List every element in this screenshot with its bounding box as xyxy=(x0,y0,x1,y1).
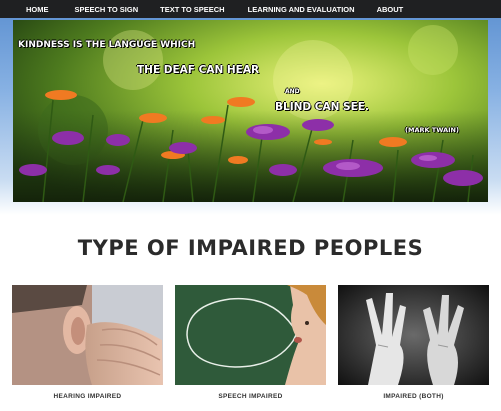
quote-and: AND xyxy=(285,88,300,95)
impaired-both-caption: IMPAIRED (BOTH) xyxy=(383,393,444,400)
nav-about[interactable]: ABOUT xyxy=(377,5,404,14)
nav-learning-and-evaluation[interactable]: LEARNING AND EVALUATION xyxy=(248,5,355,14)
nav-text-to-speech[interactable]: TEXT TO SPEECH xyxy=(160,5,224,14)
quote-line-3: BLIND CAN SEE. xyxy=(275,101,369,113)
quote-line-2: THE DEAF CAN HEAR xyxy=(137,64,260,76)
hero-banner: KINDNESS IS THE LANGUGE WHICH THE DEAF C… xyxy=(13,20,488,202)
hearing-impaired-image xyxy=(12,285,163,385)
speech-impaired-caption: SPEECH IMPAIRED xyxy=(218,393,283,400)
section-title: TYPE OF IMPAIRED PEOPLES xyxy=(77,236,424,260)
quote-line-1: KINDNESS IS THE LANGUGE WHICH xyxy=(18,40,196,50)
nav-home[interactable]: HOME xyxy=(26,5,49,14)
nav-speech-to-sign[interactable]: SPEECH TO SIGN xyxy=(75,5,139,14)
speech-impaired-image xyxy=(175,285,326,385)
hearing-impaired-caption: HEARING IMPAIRED xyxy=(53,393,122,400)
navbar: HOME SPEECH TO SIGN TEXT TO SPEECH LEARN… xyxy=(0,0,501,18)
impaired-both-image xyxy=(338,285,489,385)
quote-author: (MARK TWAIN) xyxy=(405,126,459,134)
